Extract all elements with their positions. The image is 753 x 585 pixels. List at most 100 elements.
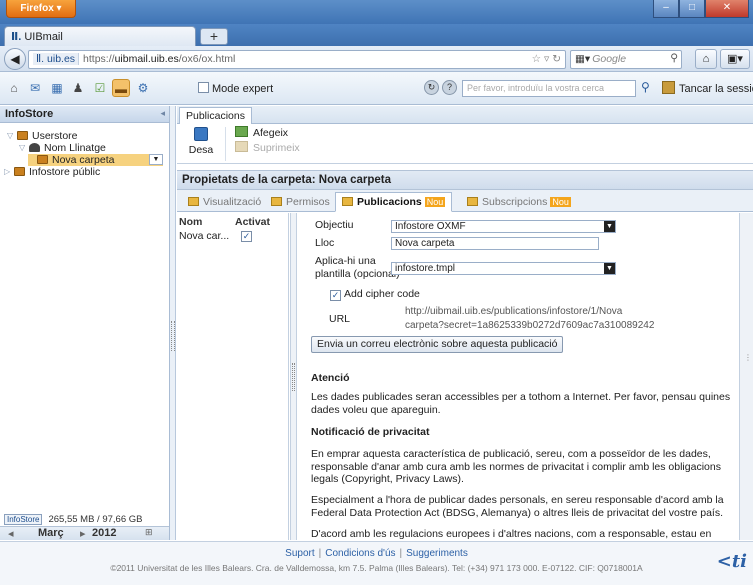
shared-folder-icon [37,155,48,164]
tree-item-infostore-public[interactable]: ▷ Infostore públic [0,166,170,178]
cipher-option[interactable]: ✓ Add cipher code [330,288,420,301]
delete-publication-button[interactable]: Suprimeix [235,141,300,154]
cti-logo: <ti [716,551,747,572]
expand-arrow-icon[interactable]: ▽ [7,131,13,140]
tab-publicacions[interactable]: Publicacions [179,107,252,124]
mode-expert-checkbox[interactable] [198,82,209,93]
home-icon[interactable]: ⌂ [695,49,717,69]
quota-module-button[interactable]: InfoStore [4,514,43,525]
search-icon[interactable]: ⚲ [641,80,650,94]
refresh-icon[interactable]: ↻ [424,80,439,95]
tasks-icon[interactable]: ☑ [91,79,109,97]
sidebar-header: InfoStore ◂ [0,106,169,123]
close-icon[interactable]: ✕ [705,0,749,18]
settings-gear-icon[interactable]: ⚙ [134,79,152,97]
firefox-menu-button[interactable]: Firefox ▾ [6,0,76,18]
column-header-name[interactable]: Nom [179,216,202,228]
browser-tab[interactable]: Ⅱ. UIBmail [4,26,196,46]
tree-item-nom-llinatge[interactable]: ▽ Nom Llinatge [0,142,170,154]
tab-publicacions-active[interactable]: Publicacions Nou [335,192,453,212]
splitter-grip-icon[interactable] [292,363,295,391]
terms-link[interactable]: Condicions d'ús [325,548,395,559]
folder-icon [17,131,28,140]
window-controls: – □ ✕ [653,0,749,18]
logout-button[interactable]: Tancar la sessió [662,81,753,95]
calendar-year: 2012 [92,527,117,539]
list-splitter[interactable] [290,213,297,540]
add-publication-button[interactable]: Afegeix [235,126,288,139]
mode-expert-toggle[interactable]: Mode expert [198,82,273,95]
form-scrollbar[interactable]: ⋮ [739,213,753,540]
template-label: Aplica-hi una [315,255,376,267]
chevron-down-icon: ▼ [604,263,615,274]
tree-item-nova-carpeta[interactable]: Nova carpeta ▼ [28,154,163,166]
sidebar-title: InfoStore [5,108,54,120]
folder-tree: ▽ Userstore ▽ Nom Llinatge Nova carpeta … [0,130,170,178]
next-month-icon[interactable]: ▸ [80,527,86,540]
support-link[interactable]: Suport [285,548,314,559]
column-header-active[interactable]: Activat [235,216,270,228]
tree-item-label: Infostore públic [29,166,101,178]
contacts-icon[interactable]: ♟ [69,79,87,97]
folder-sidebar: InfoStore ◂ ▽ Userstore ▽ Nom Llinatge N… [0,106,170,540]
scroll-grip-icon[interactable]: ⋮ [744,353,752,362]
logout-icon [662,81,675,94]
folder-context-menu-icon[interactable]: ▼ [149,154,163,165]
back-arrow-icon[interactable]: ◀ [4,48,26,70]
prev-month-icon[interactable]: ◂ [8,527,14,540]
attention-heading: Atenció [311,372,350,384]
search-engine-icon[interactable]: ▦▾ [575,53,590,65]
minimize-icon[interactable]: – [653,0,679,18]
delete-icon [235,141,248,152]
help-icon[interactable]: ? [442,80,457,95]
bookmarks-menu-icon[interactable]: ▣▾ [720,49,750,69]
mail-icon[interactable]: ✉ [26,79,44,97]
save-button[interactable]: Desa [187,127,215,156]
publication-url[interactable]: http://uibmail.uib.es/publications/infos… [405,305,735,333]
footer-separator: | [399,548,403,559]
objective-select[interactable]: Infostore OXMF ▼ [391,220,616,233]
calendar-icon[interactable]: ▦ [48,79,66,97]
calendar-expand-icon[interactable]: ⊞ [145,527,153,538]
tab-visualitzacio[interactable]: Visualització [181,192,268,212]
tab-permisos[interactable]: Permisos [264,192,337,212]
mini-calendar-bar: ◂ Març ▸ 2012 ⊞ [0,526,169,540]
tree-item-userstore[interactable]: ▽ Userstore [0,130,170,142]
maximize-icon[interactable]: □ [679,0,705,18]
tab-label: Publicacions [357,196,422,208]
home-icon[interactable]: ⌂ [5,79,23,97]
save-label: Desa [188,144,214,156]
logout-label: Tancar la sessió [679,83,753,95]
tab-subscripcions[interactable]: Subscripcions Nou [460,192,578,212]
logo-text: ti [731,551,747,572]
sidebar-splitter[interactable] [170,106,176,540]
splitter-grip-icon[interactable] [171,321,175,351]
folder-icon [14,167,25,176]
window-titlebar: Firefox ▾ – □ ✕ [0,0,753,24]
attention-text: Les dades publicades seran accessibles p… [311,391,731,416]
template-select[interactable]: infostore.tmpl ▼ [391,262,616,275]
new-tab-icon[interactable]: + [200,28,228,45]
ribbon: Desa Afegeix Suprimeix [177,124,753,164]
browser-search-input[interactable]: ▦▾ Google ⚲ [570,50,682,69]
active-checkbox[interactable]: ✓ [241,231,252,242]
send-email-button[interactable]: Envia un correu electrònic sobre aquesta… [311,336,564,353]
firefox-menu-label: Firefox [20,3,54,14]
cipher-checkbox[interactable]: ✓ [330,290,341,301]
cipher-label: Add cipher code [344,288,420,300]
suggestions-link[interactable]: Suggeriments [406,548,468,559]
search-icon[interactable]: ⚲ [670,52,678,64]
ribbon-tab-label: Publicacions [186,110,245,122]
folder-tab-icon [342,197,353,206]
tree-item-label: Userstore [32,130,78,142]
bookmark-reload-icon[interactable]: ☆ ▿ ↻ [532,53,561,65]
url-bar[interactable]: Ⅱ. uib.es https://uibmail.uib.es/ox6/ox.h… [28,50,566,69]
place-input[interactable]: Nova carpeta [391,237,599,250]
expand-arrow-icon[interactable]: ▽ [19,143,25,152]
collapse-icon[interactable]: ◂ [160,108,165,119]
infostore-icon[interactable]: ▬ [112,79,130,97]
app-search-input[interactable]: Per favor, introduïu la vostra cerca [462,80,636,97]
storage-quota: InfoStore 265,55 MB / 97,66 GB [4,514,142,525]
site-identity[interactable]: Ⅱ. uib.es [33,53,80,65]
expand-arrow-icon[interactable]: ▷ [4,167,10,176]
